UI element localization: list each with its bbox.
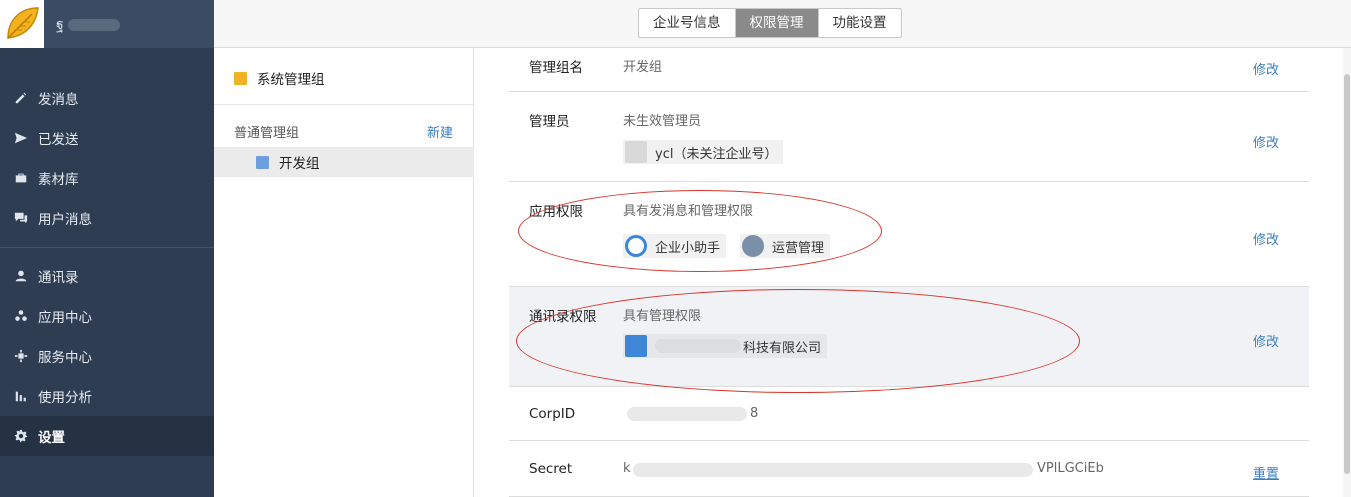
nav-label: 用户消息 — [38, 212, 92, 228]
nav-materials[interactable]: 素材库 — [0, 158, 214, 198]
edit-app-permissions-link[interactable]: 修改 — [1253, 229, 1279, 248]
gear-icon — [13, 428, 29, 444]
scrollbar-thumb[interactable] — [1344, 74, 1350, 474]
nav-analytics[interactable]: 使用分析 — [0, 376, 214, 416]
top-bar: 企业号信息 权限管理 功能设置 — [214, 0, 1351, 48]
nav-sent[interactable]: 已发送 — [0, 118, 214, 158]
row-corpid: CorpID 8 — [509, 387, 1309, 441]
secret-value-tail: VPlLGCiEb — [1037, 461, 1104, 476]
secret-value-head: k — [623, 461, 631, 476]
nav-settings[interactable]: 设置 — [0, 416, 214, 456]
nav-group-messages: 发消息 已发送 素材库 用户消息 — [0, 78, 214, 238]
edit-admins-link[interactable]: 修改 — [1253, 132, 1279, 151]
field-label: 管理员 — [529, 114, 570, 130]
org-chip: 科技有限公司 — [623, 334, 828, 358]
admin-groups-panel: 系统管理组 普通管理组 新建 开发组 — [214, 48, 474, 497]
pencil-icon — [13, 90, 29, 106]
bar-chart-icon — [13, 388, 29, 404]
reset-secret-link[interactable]: 重置 — [1253, 463, 1279, 482]
service-icon — [13, 348, 29, 364]
row-secret: Secret k VPlLGCiEb 重置 — [509, 441, 1309, 497]
nav-service-center[interactable]: 服务中心 — [0, 336, 214, 376]
nav-label: 发消息 — [38, 92, 79, 108]
tab-permissions[interactable]: 权限管理 — [735, 9, 819, 37]
normal-groups-header: 普通管理组 — [234, 126, 300, 141]
row-contacts-permissions: 通讯录权限 具有管理权限 科技有限公司 修改 — [509, 287, 1309, 387]
field-label: CorpID — [529, 406, 576, 422]
nav-label: 已发送 — [38, 132, 79, 148]
group-label: 开发组 — [279, 156, 320, 172]
field-label: Secret — [529, 461, 573, 477]
org-name: 科技有限公司 — [743, 340, 822, 356]
avatar — [625, 141, 647, 163]
nav-group-main: 通讯录 应用中心 服务中心 使用分析 设置 — [0, 256, 214, 456]
sidebar: ฐ 发消息 已发送 素材库 用户消息 通讯录 应用中心 服务中心 使用分析 设置 — [0, 0, 214, 497]
nav-label: 应用中心 — [38, 310, 92, 326]
field-label: 应用权限 — [529, 204, 583, 220]
app-name: 运营管理 — [772, 240, 825, 256]
group-label: 系统管理组 — [257, 72, 325, 88]
logo — [0, 0, 44, 48]
company-name: ฐ — [56, 14, 120, 36]
system-admin-group[interactable]: 系统管理组 — [234, 68, 325, 88]
row-admins: 管理员 未生效管理员 ycl（未关注企业号） 修改 — [509, 92, 1309, 182]
scrollbar[interactable] — [1343, 48, 1351, 497]
nav-label: 使用分析 — [38, 390, 92, 406]
ops-app-icon — [742, 235, 764, 257]
nav-contacts[interactable]: 通讯录 — [0, 256, 214, 296]
nav-label: 设置 — [38, 430, 65, 446]
settings-tabs: 企业号信息 权限管理 功能设置 — [638, 8, 902, 38]
field-label: 通讯录权限 — [529, 309, 597, 325]
new-group-link[interactable]: 新建 — [427, 122, 453, 141]
edit-contacts-permissions-link[interactable]: 修改 — [1253, 331, 1279, 350]
field-label: 管理组名 — [529, 60, 583, 76]
redacted — [655, 339, 741, 353]
chat-icon — [13, 210, 29, 226]
contacts-permission-desc: 具有管理权限 — [623, 309, 702, 324]
tab-enterprise-info[interactable]: 企业号信息 — [639, 9, 736, 37]
nav-user-messages[interactable]: 用户消息 — [0, 198, 214, 238]
folder-icon — [625, 335, 647, 357]
person-icon — [13, 268, 29, 284]
nav-send-message[interactable]: 发消息 — [0, 78, 214, 118]
edit-group-name-link[interactable]: 修改 — [1253, 59, 1279, 78]
group-name-value: 开发组 — [623, 60, 663, 75]
apps-icon — [13, 308, 29, 324]
redacted — [633, 463, 1033, 477]
group-icon — [234, 71, 247, 85]
group-item-dev[interactable]: 开发组 — [214, 147, 474, 177]
brand-header: ฐ — [0, 0, 214, 48]
admin-user-chip: ycl（未关注企业号） — [623, 140, 784, 164]
tab-function-settings[interactable]: 功能设置 — [819, 9, 901, 37]
nav-label: 素材库 — [38, 172, 79, 188]
assistant-app-icon — [625, 235, 647, 257]
divider — [214, 104, 474, 105]
corpid-value: 8 — [750, 406, 759, 421]
app-permission-desc: 具有发消息和管理权限 — [623, 204, 754, 219]
admin-user-name: ycl（未关注企业号） — [655, 146, 778, 162]
redacted — [627, 407, 747, 421]
nav-app-center[interactable]: 应用中心 — [0, 296, 214, 336]
admins-status: 未生效管理员 — [623, 114, 702, 129]
app-name: 企业小助手 — [655, 240, 721, 256]
leaf-logo-icon — [7, 7, 39, 39]
row-group-name: 管理组名 开发组 修改 — [509, 48, 1309, 92]
row-app-permissions: 应用权限 具有发消息和管理权限 企业小助手 运营管理 修改 — [509, 182, 1309, 287]
nav-label: 服务中心 — [38, 350, 92, 366]
app-chip: 企业小助手 — [623, 234, 727, 258]
group-icon — [256, 155, 269, 169]
app-chip: 运营管理 — [740, 234, 831, 258]
briefcase-icon — [13, 170, 29, 186]
nav-label: 通讯录 — [38, 270, 79, 286]
nav-divider — [0, 247, 214, 248]
send-icon — [13, 130, 29, 146]
